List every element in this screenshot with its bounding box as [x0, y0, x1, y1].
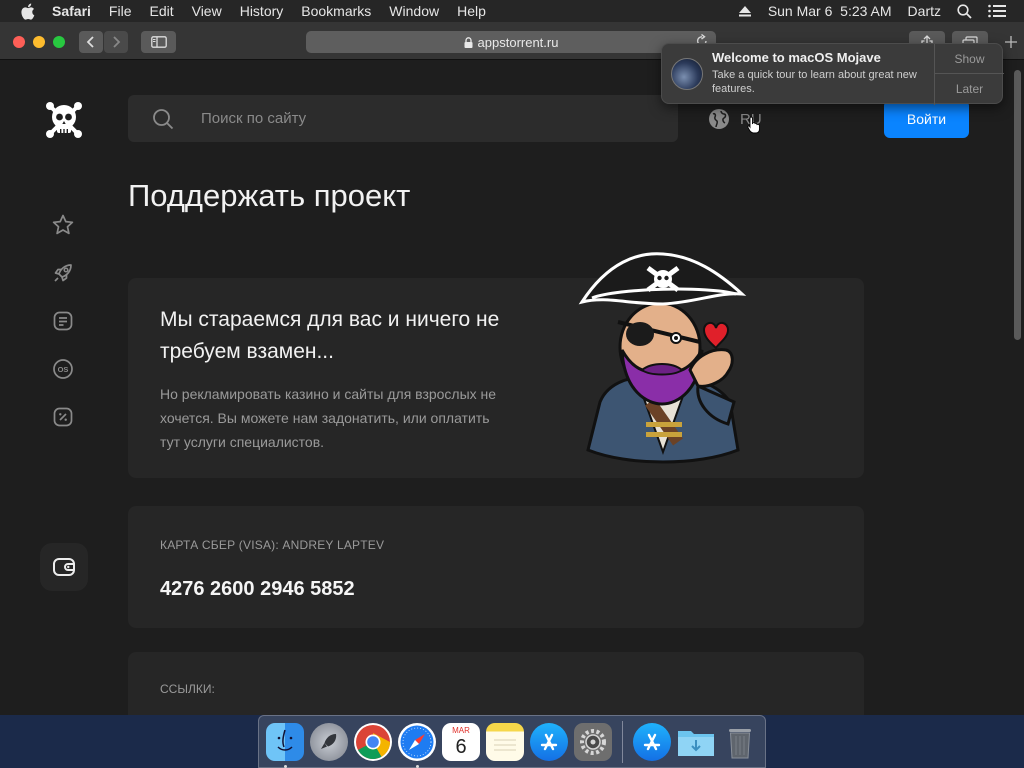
calendar-month: MAR: [452, 725, 470, 735]
macos-mojave-icon: [671, 58, 703, 90]
site-search-input[interactable]: Поиск по сайту: [128, 95, 678, 142]
dock: MAR 6: [258, 715, 766, 768]
notification-actions: Show Later: [934, 44, 1004, 105]
safari-window: appstorrent.ru OS Поиск по сайту Войти П…: [0, 22, 1024, 715]
menu-bar: Safari File Edit View History Bookmarks …: [0, 0, 1024, 22]
dock-finder[interactable]: [266, 722, 304, 768]
svg-text:OS: OS: [58, 365, 69, 374]
dock-launchpad[interactable]: [310, 722, 348, 761]
mojave-notification[interactable]: Welcome to macOS Mojave Take a quick tou…: [661, 43, 1004, 105]
notification-later-button[interactable]: Later: [935, 74, 1004, 104]
app-store-icon: [540, 733, 558, 750]
forward-button[interactable]: [104, 31, 128, 53]
finder-icon: [277, 729, 293, 751]
dock-downloads[interactable]: [677, 723, 715, 761]
sidebar-icon: [150, 36, 167, 48]
address-bar[interactable]: appstorrent.ru: [306, 31, 716, 53]
skull-logo-icon[interactable]: [44, 100, 84, 140]
dock-safari[interactable]: [398, 722, 436, 768]
document-icon[interactable]: [50, 308, 76, 334]
gear-icon: [580, 728, 606, 755]
running-indicator: [415, 764, 419, 768]
links-label: ССЫЛКИ:: [160, 682, 215, 696]
sidebar-toggle-button[interactable]: [141, 31, 176, 53]
page-title: Поддержать проект: [128, 178, 411, 213]
pirate-mascot-illustration: [578, 252, 747, 464]
window-minimize-button[interactable]: [33, 36, 45, 48]
hand-cursor-icon: [747, 116, 760, 134]
hero-text: Но рекламировать казино и сайты для взро…: [160, 386, 497, 450]
web-page: OS Поиск по сайту RU Войти Поддержать пр…: [0, 60, 1024, 715]
notification-center-icon[interactable]: [988, 4, 1006, 18]
notification-title: Welcome to macOS Mojave: [712, 50, 881, 65]
eject-icon[interactable]: [738, 5, 752, 17]
window-close-button[interactable]: [13, 36, 25, 48]
trash-icon: [729, 728, 751, 758]
menu-history[interactable]: History: [240, 3, 284, 19]
os-icon[interactable]: OS: [50, 356, 76, 382]
chevron-left-icon: [86, 36, 94, 48]
dock-separator: [622, 720, 623, 763]
plus-icon: [1005, 36, 1017, 48]
dock-chrome[interactable]: [354, 722, 392, 761]
rocket-icon[interactable]: [50, 260, 76, 286]
chrome-icon: [356, 724, 390, 759]
login-button[interactable]: Войти: [884, 100, 969, 138]
downloads-folder-icon: [678, 730, 714, 756]
dock-app-store-folder[interactable]: [633, 722, 671, 761]
back-button[interactable]: [79, 31, 103, 53]
notes-icon: [494, 739, 516, 750]
rocket-icon: [321, 733, 337, 749]
window-fullscreen-button[interactable]: [53, 36, 65, 48]
dock-system-preferences[interactable]: [574, 722, 612, 761]
lock-icon: [464, 36, 473, 48]
wallet-button[interactable]: [40, 543, 88, 591]
bank-card-number[interactable]: 4276 2600 2946 5852: [160, 578, 355, 601]
dock-app-store[interactable]: [530, 722, 568, 761]
dock-notes[interactable]: [486, 722, 524, 761]
menu-bookmarks[interactable]: Bookmarks: [301, 3, 371, 19]
menu-edit[interactable]: Edit: [149, 3, 173, 19]
safari-compass-icon: [400, 725, 434, 758]
menubar-clock[interactable]: Sun Mar 6 5:23 AM: [768, 3, 892, 19]
page-scrollbar[interactable]: [1014, 70, 1021, 340]
star-icon[interactable]: [50, 212, 76, 238]
menu-window[interactable]: Window: [389, 3, 439, 19]
dock-calendar[interactable]: MAR 6: [442, 722, 480, 761]
links-section: ССЫЛКИ:: [128, 652, 864, 715]
notification-body: Take a quick tour to learn about great n…: [712, 69, 917, 95]
address-url: appstorrent.ru: [477, 34, 559, 50]
search-placeholder: Поиск по сайту: [201, 110, 307, 127]
running-indicator: [283, 764, 287, 768]
search-icon: [151, 107, 175, 131]
menu-app-name[interactable]: Safari: [52, 3, 91, 19]
menu-view[interactable]: View: [192, 3, 222, 19]
dock-trash[interactable]: [721, 723, 759, 761]
menu-file[interactable]: File: [109, 3, 132, 19]
bank-card-label: КАРТА СБЕР (VISA): ANDREY LAPTEV: [160, 538, 385, 552]
chevron-right-icon: [113, 36, 121, 48]
hero-title: Мы стараемся для вас и ничего не требуем…: [160, 308, 500, 363]
app-store-icon: [643, 733, 661, 750]
calendar-day: 6: [455, 735, 467, 758]
support-hero-card: Мы стараемся для вас и ничего не требуем…: [128, 252, 864, 478]
wallet-icon: [53, 558, 75, 576]
apple-menu-icon[interactable]: [20, 3, 38, 20]
discount-icon[interactable]: [50, 404, 76, 430]
bank-card-section: КАРТА СБЕР (VISA): ANDREY LAPTEV 4276 26…: [128, 506, 864, 628]
globe-icon: [709, 109, 729, 129]
spotlight-search-icon[interactable]: [957, 3, 972, 19]
notification-show-button[interactable]: Show: [935, 44, 1004, 74]
menubar-user[interactable]: Dartz: [908, 3, 941, 19]
menu-help[interactable]: Help: [457, 3, 486, 19]
